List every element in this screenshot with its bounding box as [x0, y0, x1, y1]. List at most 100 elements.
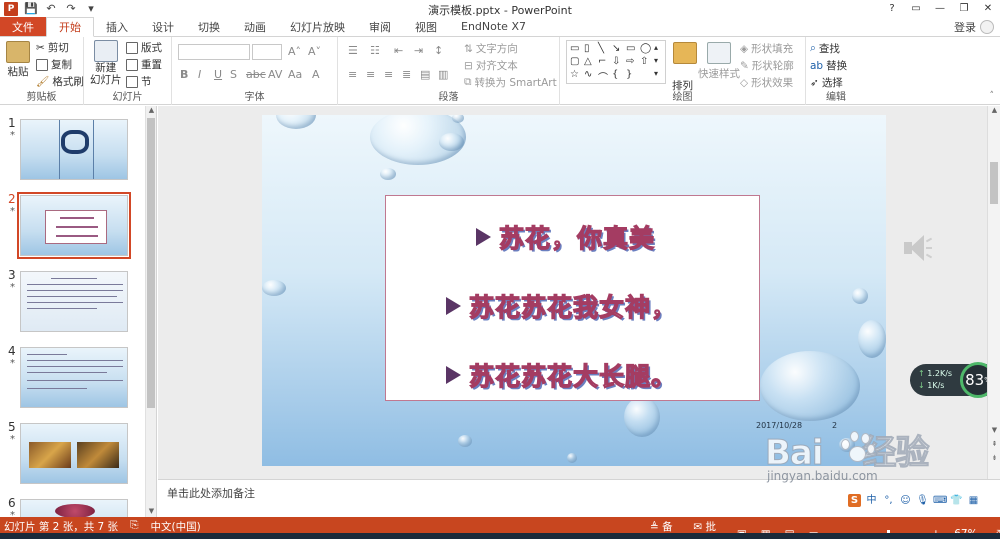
help-button[interactable]: ?: [880, 0, 904, 17]
brace-right-shape-icon[interactable]: }: [626, 69, 632, 80]
close-button[interactable]: ✕: [976, 0, 1000, 17]
change-case-button[interactable]: Aa: [288, 68, 302, 81]
section-button[interactable]: 节: [126, 74, 152, 89]
oval-shape-icon[interactable]: ◯: [640, 43, 651, 54]
keyboard-icon[interactable]: ⌨: [933, 494, 947, 507]
scroll-down-icon[interactable]: ▼: [146, 507, 156, 517]
skin-icon[interactable]: 👕: [950, 494, 963, 507]
slide-thumbnail-6[interactable]: [20, 499, 128, 517]
strikethrough-button[interactable]: abc: [246, 68, 266, 81]
numbering-icon[interactable]: ☷: [370, 44, 380, 57]
ribbon-display-options-button[interactable]: ▭: [904, 0, 928, 17]
arrange-button[interactable]: 排列: [672, 78, 693, 93]
right-arrow-shape-icon[interactable]: ⇨: [626, 56, 634, 67]
restore-button[interactable]: ❐: [952, 0, 976, 17]
tab-transitions[interactable]: 切换: [186, 17, 232, 36]
tab-animations[interactable]: 动画: [232, 17, 278, 36]
collapse-ribbon-icon[interactable]: ˄: [990, 91, 995, 101]
triangle-shape-icon[interactable]: △: [584, 56, 592, 67]
replace-button[interactable]: ab 替换: [810, 58, 847, 73]
ime-mode-icon[interactable]: 中: [865, 494, 878, 507]
slide-thumbnail-5[interactable]: [20, 423, 128, 484]
spellcheck-icon[interactable]: ⎘: [130, 519, 138, 534]
align-center-icon[interactable]: ≡: [366, 68, 375, 81]
align-left-icon[interactable]: ≡: [348, 68, 357, 81]
tab-slideshow[interactable]: 幻灯片放映: [278, 17, 357, 36]
grow-font-icon[interactable]: A˄: [288, 45, 301, 58]
scrollbar-thumb[interactable]: [990, 162, 998, 204]
rectangle-shape-icon[interactable]: ▭: [626, 43, 635, 54]
down-arrow-shape-icon[interactable]: ⇩: [612, 56, 620, 67]
slide-thumbnail-3[interactable]: [20, 271, 128, 332]
font-name-combo[interactable]: [178, 44, 250, 60]
cut-button[interactable]: ✂ 剪切: [36, 40, 69, 55]
line-shape-icon[interactable]: ╲: [598, 43, 604, 54]
tab-review[interactable]: 审阅: [357, 17, 403, 36]
tab-endnote[interactable]: EndNote X7: [449, 17, 538, 36]
current-slide[interactable]: 苏花，你真美 苏花苏花我女神， 苏花苏花大长腿。 2017/10/28 2: [262, 115, 886, 466]
elbow-connector-shape-icon[interactable]: ⌐: [598, 56, 606, 67]
copy-button[interactable]: 复制: [36, 57, 72, 72]
notes-placeholder[interactable]: 单击此处添加备注: [167, 485, 255, 501]
underline-button[interactable]: U: [214, 68, 222, 81]
sign-in-label[interactable]: 登录: [954, 19, 976, 35]
editor-scrollbar[interactable]: ▲ ▼ ⇞ ⇟: [987, 106, 1000, 479]
save-icon[interactable]: 💾: [24, 2, 38, 16]
decrease-indent-icon[interactable]: ⇤: [394, 44, 403, 57]
ime-logo-icon[interactable]: S: [848, 493, 861, 507]
shadow-button[interactable]: S: [230, 68, 237, 81]
reset-button[interactable]: 重置: [126, 57, 162, 72]
shape-effects-button[interactable]: ◇ 形状效果: [740, 75, 793, 90]
freeform-shape-icon[interactable]: ⌒: [598, 69, 608, 84]
bold-button[interactable]: B: [180, 68, 188, 81]
arrange-icon[interactable]: [673, 42, 697, 64]
brace-left-shape-icon[interactable]: {: [612, 69, 618, 80]
tab-file[interactable]: 文件: [0, 17, 46, 36]
scrollbar-thumb[interactable]: [147, 118, 155, 408]
layout-button[interactable]: 版式: [126, 40, 162, 55]
undo-icon[interactable]: ↶: [44, 2, 58, 16]
line-spacing-icon[interactable]: ↕: [434, 44, 443, 57]
shapes-gallery[interactable]: ▭ ▯ ╲ ↘ ▭ ◯ ▢ △ ⌐ ⇩ ⇨ ⇧ ☆ ∿ ⌒ { } ▴ ▾ ▾: [566, 40, 666, 84]
language-indicator[interactable]: 中文(中国): [150, 519, 200, 534]
scroll-up-icon[interactable]: ▲: [989, 106, 1000, 116]
avatar[interactable]: [980, 20, 994, 34]
scroll-up-icon[interactable]: ▲: [146, 106, 156, 116]
speaker-icon[interactable]: [902, 234, 934, 262]
format-painter-button[interactable]: 🖌 格式刷: [36, 74, 84, 89]
tab-insert[interactable]: 插入: [94, 17, 140, 36]
toolbox-icon[interactable]: ▦: [967, 494, 980, 507]
slide-thumbnail-4[interactable]: [20, 347, 128, 408]
textbox-shape-icon[interactable]: ▭: [570, 43, 579, 54]
italic-button[interactable]: I: [198, 68, 201, 81]
justify-icon[interactable]: ≣: [402, 68, 411, 81]
arrow-shape-icon[interactable]: ⇧: [640, 56, 648, 67]
columns-icon[interactable]: ▥: [438, 68, 448, 81]
sign-in[interactable]: 登录: [954, 17, 1000, 37]
gallery-more-icon[interactable]: ▾: [654, 69, 658, 78]
text-direction-button[interactable]: ⇅ 文字方向: [464, 41, 518, 56]
distributed-icon[interactable]: ▤: [420, 68, 430, 81]
curve-shape-icon[interactable]: ∿: [584, 69, 592, 80]
shape-fill-button[interactable]: ◈ 形状填充: [740, 41, 793, 56]
font-size-combo[interactable]: [252, 44, 282, 60]
redo-icon[interactable]: ↷: [64, 2, 78, 16]
new-slide-button[interactable]: 新建 幻灯片: [90, 40, 122, 86]
quick-styles-button[interactable]: 快速样式: [698, 66, 740, 81]
quick-styles-icon[interactable]: [707, 42, 731, 64]
gallery-scroll-down-icon[interactable]: ▾: [654, 56, 658, 65]
align-text-button[interactable]: ⊟ 对齐文本: [464, 58, 518, 73]
arrow-line-shape-icon[interactable]: ↘: [612, 43, 620, 54]
align-right-icon[interactable]: ≡: [384, 68, 393, 81]
minimize-button[interactable]: —: [928, 0, 952, 17]
emoji-icon[interactable]: ☺: [899, 494, 912, 507]
font-color-icon[interactable]: A: [312, 68, 320, 81]
thumbnails-scrollbar[interactable]: ▲ ▼: [145, 106, 156, 517]
tab-design[interactable]: 设计: [140, 17, 186, 36]
find-button[interactable]: ⌕ 查找: [810, 41, 840, 56]
slide-thumbnail-1[interactable]: [20, 119, 128, 180]
rounded-rect-shape-icon[interactable]: ▢: [570, 56, 579, 67]
tab-view[interactable]: 视图: [403, 17, 449, 36]
character-spacing-button[interactable]: AV: [268, 68, 282, 81]
increase-indent-icon[interactable]: ⇥: [414, 44, 423, 57]
